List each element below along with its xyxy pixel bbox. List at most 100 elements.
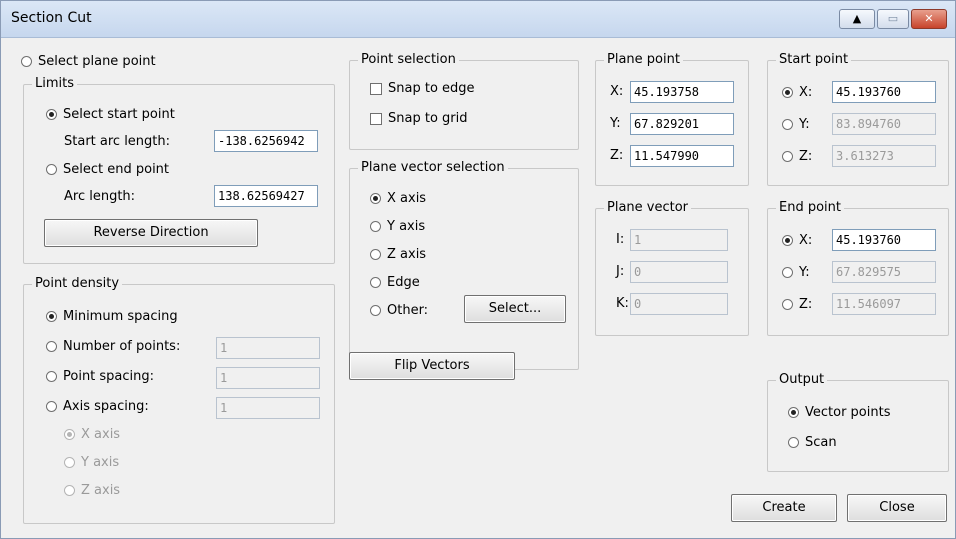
start-x-radio[interactable] [782,87,793,98]
select-plane-point-option[interactable]: Select plane point [21,54,156,69]
end-x-option[interactable]: X: [782,233,812,248]
start-y-radio[interactable] [782,119,793,130]
help-button[interactable]: ▲ [839,9,875,29]
plane-point-z-field[interactable]: 11.547990 [630,145,734,167]
snap-to-edge-checkbox[interactable] [370,82,382,95]
start-point-legend: Start point [776,52,852,68]
plane-other-option[interactable]: Other: [370,303,428,318]
plane-vector-j-field[interactable]: 0 [630,261,728,283]
window-title: Section Cut [11,10,92,26]
vector-points-option[interactable]: Vector points [788,405,890,420]
vector-points-radio[interactable] [788,407,799,418]
start-z-field[interactable]: 3.613273 [832,145,936,167]
flip-vectors-button[interactable]: Flip Vectors [349,352,515,380]
select-end-point-radio[interactable] [46,164,57,175]
density-y-axis-option[interactable]: Y axis [64,455,119,470]
end-z-field[interactable]: 11.546097 [832,293,936,315]
snap-to-edge-option[interactable]: Snap to edge [370,81,475,96]
number-of-points-option[interactable]: Number of points: [46,339,180,354]
start-point-group: Start point X: 45.193760 Y: 83.894760 Z:… [767,52,949,186]
axis-spacing-field[interactable]: 1 [216,397,320,419]
minimum-spacing-radio[interactable] [46,311,57,322]
select-start-point-radio[interactable] [46,109,57,120]
plane-point-x-field[interactable]: 45.193758 [630,81,734,103]
point-spacing-field[interactable]: 1 [216,367,320,389]
plane-vector-selection-legend: Plane vector selection [358,160,508,176]
start-arc-length-label: Start arc length: [64,134,171,149]
plane-other-radio[interactable] [370,305,381,316]
snap-to-grid-label: Snap to grid [388,111,468,126]
axis-spacing-label: Axis spacing: [63,399,149,414]
plane-y-axis-option[interactable]: Y axis [370,219,425,234]
plane-y-axis-radio[interactable] [370,221,381,232]
axis-spacing-radio[interactable] [46,401,57,412]
end-y-option[interactable]: Y: [782,265,810,280]
title-bar: Section Cut ▲ ▭ ✕ [1,1,955,38]
end-z-radio[interactable] [782,299,793,310]
end-z-option[interactable]: Z: [782,297,812,312]
plane-vector-selection-group: Plane vector selection X axis Y axis Z a… [349,160,579,370]
snap-to-grid-option[interactable]: Snap to grid [370,111,468,126]
plane-vector-i-label: I: [616,232,625,247]
close-button[interactable]: Close [847,494,947,522]
start-z-option[interactable]: Z: [782,149,812,164]
snap-to-edge-label: Snap to edge [388,81,475,96]
plane-x-axis-radio[interactable] [370,193,381,204]
point-spacing-radio[interactable] [46,371,57,382]
plane-z-axis-radio[interactable] [370,249,381,260]
plane-z-axis-option[interactable]: Z axis [370,247,426,262]
plane-y-axis-label: Y axis [387,219,426,234]
dialog-body: Select plane point Limits Select start p… [1,38,955,538]
select-vector-button[interactable]: Select... [464,295,566,323]
start-y-field[interactable]: 83.894760 [832,113,936,135]
plane-point-y-field[interactable]: 67.829201 [630,113,734,135]
plane-point-x-label: X: [610,84,624,99]
limits-legend: Limits [32,76,77,92]
start-arc-length-field[interactable]: -138.6256942 [214,130,318,152]
density-x-axis-radio[interactable] [64,429,75,440]
number-of-points-label: Number of points: [63,339,181,354]
density-y-axis-radio[interactable] [64,457,75,468]
plane-x-axis-option[interactable]: X axis [370,191,426,206]
start-y-option[interactable]: Y: [782,117,810,132]
snap-to-grid-checkbox[interactable] [370,112,382,125]
arc-length-field[interactable]: 138.62569427 [214,185,318,207]
end-y-radio[interactable] [782,267,793,278]
axis-spacing-option[interactable]: Axis spacing: [46,399,149,414]
select-plane-point-radio[interactable] [21,56,32,67]
start-x-field[interactable]: 45.193760 [832,81,936,103]
scan-radio[interactable] [788,437,799,448]
start-x-label: X: [799,85,813,100]
arc-length-label: Arc length: [64,189,136,204]
plane-vector-group: Plane vector I: 1 J: 0 K: 0 [595,200,749,336]
end-y-field[interactable]: 67.829575 [832,261,936,283]
density-x-axis-option[interactable]: X axis [64,427,120,442]
density-z-axis-option[interactable]: Z axis [64,483,120,498]
point-density-group: Point density Minimum spacing Number of … [23,276,335,524]
close-window-button[interactable]: ✕ [911,9,947,29]
plane-vector-legend: Plane vector [604,200,692,216]
minimum-spacing-option[interactable]: Minimum spacing [46,309,178,324]
plane-edge-option[interactable]: Edge [370,275,420,290]
minimize-button[interactable]: ▭ [877,9,909,29]
select-end-point-option[interactable]: Select end point [46,162,169,177]
scan-option[interactable]: Scan [788,435,837,450]
number-of-points-field[interactable]: 1 [216,337,320,359]
end-x-field[interactable]: 45.193760 [832,229,936,251]
reverse-direction-button[interactable]: Reverse Direction [44,219,258,247]
density-x-axis-label: X axis [81,427,121,442]
number-of-points-radio[interactable] [46,341,57,352]
plane-edge-radio[interactable] [370,277,381,288]
density-z-axis-radio[interactable] [64,485,75,496]
end-x-radio[interactable] [782,235,793,246]
density-z-axis-label: Z axis [81,483,121,498]
create-button[interactable]: Create [731,494,837,522]
point-spacing-option[interactable]: Point spacing: [46,369,154,384]
plane-vector-k-field[interactable]: 0 [630,293,728,315]
minimum-spacing-label: Minimum spacing [63,309,178,324]
select-start-point-option[interactable]: Select start point [46,107,175,122]
plane-vector-i-field[interactable]: 1 [630,229,728,251]
start-z-radio[interactable] [782,151,793,162]
vector-points-label: Vector points [805,405,891,420]
start-x-option[interactable]: X: [782,85,812,100]
